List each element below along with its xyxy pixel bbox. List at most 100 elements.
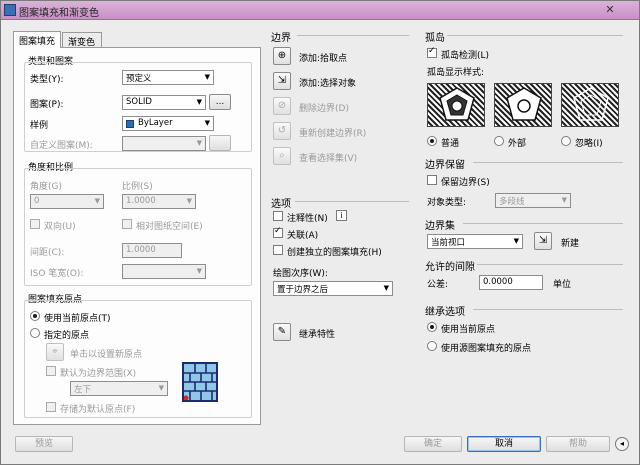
store-default-checkbox[interactable] [46,402,56,412]
island-outer-label: 外部 [508,139,527,149]
island-normal-radio[interactable] [427,136,437,146]
chevron-down-icon: ▼ [158,384,164,392]
default-extent-label: 默认为边界范围(X) [60,369,137,379]
relative-paper-label: 相对图纸空间(E) [136,222,203,232]
view-selection-label: 查看选择集(V) [299,154,358,164]
spacing-input[interactable]: 1.0000 [122,243,182,258]
ok-button[interactable]: 确定 [404,436,462,452]
color-select[interactable]: ByLayer ▼ [122,116,214,131]
add-pick-points-label: 添加:拾取点 [299,54,348,64]
chevron-down-icon: ▼ [94,197,100,205]
help-button[interactable]: 帮助 [546,436,610,452]
annotative-checkbox[interactable] [273,211,283,221]
pattern-label: 图案(P): [30,100,64,110]
draw-order-select[interactable]: 置于边界之后 ▼ [273,281,393,296]
specified-origin-radio[interactable] [30,328,40,338]
type-label: 类型(Y): [30,75,64,85]
gap-separator [477,264,623,265]
origin-preview-icon [182,362,218,402]
spacing-label: 间距(C): [30,248,65,258]
chevron-down-icon: ▼ [196,267,202,275]
inherit-current-origin-radio[interactable] [427,322,437,332]
view-selection-button[interactable]: ⌕ [273,147,291,165]
pattern-browse-button[interactable]: ... [209,94,231,110]
default-extent-checkbox[interactable] [46,366,56,376]
chevron-down-icon: ▼ [383,284,389,292]
click-set-origin-button[interactable]: ⌖ [46,343,64,361]
island-outer-radio[interactable] [494,136,504,146]
add-select-objects-button[interactable]: ⇲ [273,72,291,90]
chevron-down-icon: ▼ [204,119,210,127]
recreate-boundary-button[interactable]: ↺ [273,122,291,140]
recreate-boundary-label: 重新创建边界(R) [299,129,367,139]
boundary-set-select[interactable]: 当前视口 ▼ [427,234,523,249]
color-value: ByLayer [138,118,173,128]
more-options-icon[interactable]: ◂ [615,437,629,451]
inherit-properties-button[interactable]: ✎ [273,323,291,341]
remove-boundary-label: 删除边界(D) [299,104,349,114]
angle-select[interactable]: 0 ▼ [30,194,104,209]
chevron-down-icon: ▼ [561,196,567,204]
island-outer-preview[interactable] [494,83,552,127]
select-objects-icon: ⇲ [277,75,287,86]
associative-checkbox[interactable] [273,226,283,238]
new-boundary-set-label: 新建 [561,239,580,249]
cancel-button[interactable]: 取消 [467,436,541,452]
boundary-set-value: 当前视口 [431,238,466,248]
origin-position-value: 左下 [74,385,92,395]
custom-pattern-browse-button[interactable] [209,135,231,151]
info-icon[interactable]: i [336,210,347,221]
scale-select[interactable]: 1.0000 ▼ [122,194,196,209]
select-objects-icon: ⇲ [538,235,548,246]
custom-pattern-label: 自定义图案(M): [30,141,93,151]
specified-origin-label: 指定的原点 [44,331,90,341]
boundary-group-label: 边界 [271,33,291,44]
relative-paper-checkbox[interactable] [122,219,132,229]
inherit-source-origin-radio[interactable] [427,341,437,351]
separate-hatches-label: 创建独立的图案填充(H) [287,248,382,258]
color-label: 样例 [30,121,49,131]
add-pick-points-button[interactable]: ⊕ [273,47,291,65]
tolerance-label: 公差: [427,280,449,290]
gap-group-label: 允许的间隙 [425,262,475,273]
pattern-select[interactable]: SOLID ▼ [122,95,206,110]
island-ignore-preview[interactable] [561,83,619,127]
custom-pattern-select[interactable]: ▼ [122,136,206,151]
object-type-value: 多段线 [499,197,525,207]
iso-pen-select[interactable]: ▼ [122,264,206,279]
preview-button[interactable]: 预览 [15,436,73,452]
tab-hatch[interactable]: 图案填充 [13,31,61,48]
chevron-down-icon: ▼ [204,73,210,81]
origin-position-select[interactable]: 左下 ▼ [70,381,168,396]
color-swatch [126,120,134,128]
new-boundary-set-button[interactable]: ⇲ [534,232,552,250]
tab-gradient[interactable]: 渐变色 [62,32,102,48]
retain-boundary-checkbox[interactable] [427,175,437,185]
tolerance-input[interactable]: 0.0000 [479,275,543,290]
island-normal-preview[interactable] [427,83,485,127]
chevron-down-icon: ▼ [196,139,202,147]
brush-icon: ✎ [277,326,287,337]
remove-boundary-button[interactable]: ⊘ [273,97,291,115]
island-normal-label: 普通 [441,139,460,149]
island-detection-checkbox[interactable] [427,46,437,58]
island-detection-label: 孤岛检测(L) [441,51,490,61]
remove-boundary-icon: ⊘ [277,100,287,111]
use-current-origin-radio[interactable] [30,311,40,321]
boundary-set-separator [463,223,623,224]
pattern-value: SOLID [126,97,152,107]
tolerance-unit-label: 单位 [553,280,572,290]
tab-panel: 类型和图案 类型(Y): 预定义 ▼ 图案(P): SOLID ▼ ... 样例 B… [13,47,261,425]
object-type-select[interactable]: 多段线 ▼ [495,193,571,208]
close-icon[interactable]: ✕ [603,3,617,17]
object-type-label: 对象类型: [427,198,467,208]
chevron-down-icon: ▼ [513,237,519,245]
add-select-objects-label: 添加:选择对象 [299,79,357,89]
type-select[interactable]: 预定义 ▼ [122,70,214,85]
double-checkbox[interactable] [30,219,40,229]
associative-label: 关联(A) [287,231,319,241]
magnifier-icon: ⌕ [279,150,285,161]
separate-hatches-checkbox[interactable] [273,245,283,255]
island-ignore-radio[interactable] [561,136,571,146]
inherit-current-origin-label: 使用当前原点 [441,325,496,335]
